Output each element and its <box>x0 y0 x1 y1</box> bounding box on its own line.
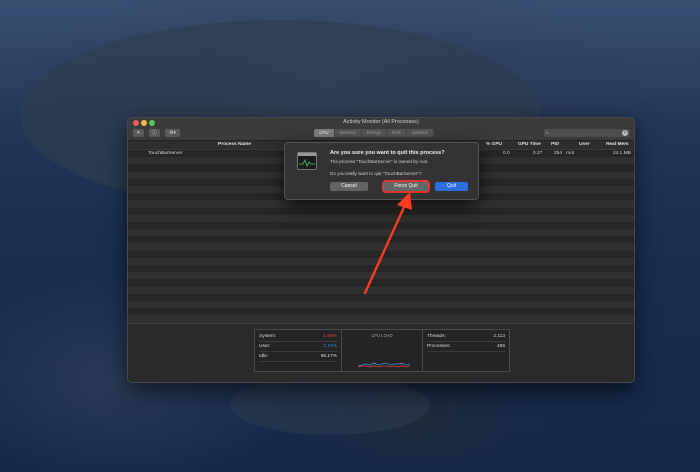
column-user[interactable]: User <box>579 141 590 149</box>
action-menu-button[interactable]: ⚙▾ <box>165 129 180 137</box>
cell-gpu-time: 0.27 <box>533 151 543 156</box>
cpu-load-graph: CPU LOAD <box>342 330 423 371</box>
cpu-load-sparkline <box>357 362 411 368</box>
x-icon: ✕ <box>136 130 141 136</box>
cell-real-mem: 24.1 MB <box>613 151 631 156</box>
activity-monitor-app-icon <box>297 152 317 170</box>
stat-processes: Processes: 486 <box>427 342 505 352</box>
quit-button[interactable]: Quit <box>435 182 468 191</box>
table-row-empty <box>128 286 634 294</box>
tab-memory[interactable]: Memory <box>335 129 362 137</box>
toolbar: ✕ ⓘ ⚙▾ CPU Memory Energy Disk Network ⌕ … <box>128 127 634 141</box>
wallpaper-island-small <box>230 375 430 435</box>
cpu-summary-footer: System: 1.66% User: 2.16% Idle: 96.17% C… <box>128 323 634 382</box>
stat-system: System: 1.66% <box>259 332 337 342</box>
stat-user-label: User: <box>259 344 271 349</box>
table-row-empty <box>128 293 634 301</box>
stat-system-value: 1.66% <box>323 334 337 339</box>
table-row-empty <box>128 229 634 237</box>
tab-disk[interactable]: Disk <box>387 129 407 137</box>
info-icon: ⓘ <box>151 130 157 136</box>
dialog-message: The process “TouchBarServer” is owned by… <box>330 159 429 164</box>
table-row-empty <box>128 265 634 273</box>
table-row-empty <box>128 315 634 323</box>
column-real-mem[interactable]: Real Mem <box>606 141 628 149</box>
cell-pct-gpu: 0.0 <box>503 151 510 156</box>
table-row-empty <box>128 257 634 265</box>
table-row-empty <box>128 200 634 208</box>
table-row-empty <box>128 250 634 258</box>
dialog-question: Do you really want to quit “TouchBarServ… <box>330 171 422 176</box>
dialog-title: Are you sure you want to quit this proce… <box>330 150 445 156</box>
cpu-percentages: System: 1.66% User: 2.16% Idle: 96.17% <box>255 330 342 371</box>
table-row-empty <box>128 236 634 244</box>
force-quit-button[interactable]: Force Quit <box>382 180 430 193</box>
cpu-stats-box: System: 1.66% User: 2.16% Idle: 96.17% C… <box>254 329 510 372</box>
column-pct-gpu[interactable]: % GPU <box>486 141 502 149</box>
column-pid[interactable]: PID <box>551 141 559 149</box>
table-row-empty <box>128 272 634 280</box>
stat-idle: Idle: 96.17% <box>259 352 337 362</box>
stat-user: User: 2.16% <box>259 342 337 352</box>
table-row-empty <box>128 300 634 309</box>
stat-idle-value: 96.17% <box>320 354 337 359</box>
table-row-empty <box>128 243 634 251</box>
stat-processes-value: 486 <box>496 344 505 349</box>
cell-process-name: TouchBarServer <box>148 151 183 156</box>
tab-cpu[interactable]: CPU <box>314 129 335 137</box>
stat-processes-label: Processes: <box>427 344 451 349</box>
view-tabs: CPU Memory Energy Disk Network <box>314 129 435 137</box>
stat-threads: Threads: 2,113 <box>427 332 505 342</box>
stat-threads-value: 2,113 <box>493 334 505 339</box>
cancel-button[interactable]: Cancel <box>330 182 368 191</box>
table-row-empty <box>128 214 634 222</box>
stat-system-label: System: <box>259 334 277 339</box>
inspect-process-button[interactable]: ⓘ <box>149 129 160 137</box>
tab-network[interactable]: Network <box>407 129 435 137</box>
clear-search-icon[interactable]: × <box>622 130 628 136</box>
gear-icon: ⚙▾ <box>169 130 176 136</box>
table-row-empty <box>128 221 634 230</box>
quit-process-dialog: Are you sure you want to quit this proce… <box>284 142 479 200</box>
title-bar[interactable]: Activity Monitor (All Processes) <box>128 118 634 127</box>
cell-pid: 254 <box>554 151 563 156</box>
stat-user-value: 2.16% <box>323 344 337 349</box>
thread-process-counts: Threads: 2,113 Processes: 486 <box>423 330 509 371</box>
window-title: Activity Monitor (All Processes) <box>343 119 419 125</box>
search-input[interactable]: ⌕ × <box>544 129 630 137</box>
tab-energy[interactable]: Energy <box>362 129 388 137</box>
search-icon: ⌕ <box>546 130 549 136</box>
column-gpu-time[interactable]: GPU Time <box>518 141 541 149</box>
column-process-name[interactable]: Process Name <box>218 141 251 149</box>
table-row-empty <box>128 207 634 215</box>
close-process-button[interactable]: ✕ <box>133 129 144 137</box>
table-row-empty <box>128 308 634 316</box>
table-row-empty <box>128 279 634 287</box>
stat-threads-label: Threads: <box>427 334 446 339</box>
stat-idle-label: Idle: <box>259 354 269 359</box>
cell-user: root <box>566 151 575 156</box>
